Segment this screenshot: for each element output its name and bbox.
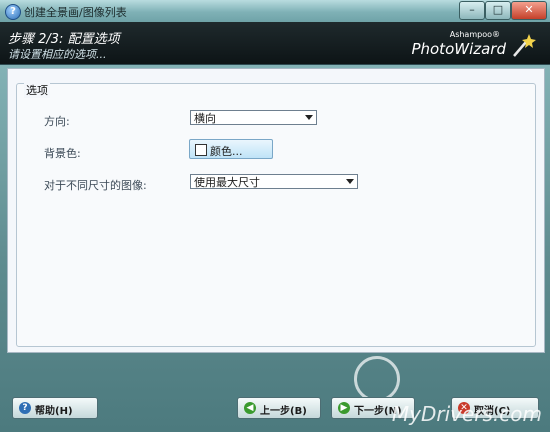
image-size-value: 使用最大尺寸 [194,176,260,189]
footer-bar: ? 帮助(H) ◀ 上一步(B) ▶ 下一步(N) ✕ 取消(C) MyDriv… [0,356,550,432]
help-button[interactable]: ? 帮助(H) [12,397,98,419]
image-size-label: 对于不同尺寸的图像: [44,179,147,192]
wizard-header: 步骤 2/3: 配置选项 请设置相应的选项... Ashampoo® Photo… [0,22,550,65]
chevron-down-icon [305,115,313,120]
arrow-right-icon: ▶ [338,402,350,414]
back-button-label: 上一步(B) [260,406,307,417]
image-size-select[interactable]: 使用最大尺寸 [190,174,358,189]
step-title: 步骤 2/3: 配置选项 [8,32,120,47]
background-color-label: 背景色: [44,147,81,160]
app-icon: ? [5,4,21,20]
brand-logo: PhotoWizard [411,40,506,58]
close-button[interactable]: ✕ [511,1,547,20]
title-bar[interactable]: ? 创建全景画/图像列表 – □ ✕ [0,0,550,22]
orientation-label: 方向: [44,115,70,128]
brand-small: Ashampoo® [449,30,500,39]
watermark-logo [354,356,400,402]
color-swatch [195,144,207,156]
arrow-left-icon: ◀ [244,402,256,414]
window-title: 创建全景画/图像列表 [24,6,127,19]
orientation-select[interactable]: 横向 [190,110,317,125]
back-button[interactable]: ◀ 上一步(B) [237,397,321,419]
color-button[interactable]: 颜色... [189,139,273,159]
step-subtitle: 请设置相应的选项... [8,48,107,61]
watermark-text: MyDrivers.com [391,402,542,426]
content-panel: 选项 方向: 横向 背景色: 颜色... 对于不同尺寸的图像: 使用最大尺寸 [7,68,545,353]
group-label: 选项 [24,82,50,98]
chevron-down-icon [346,179,354,184]
color-button-label: 颜色... [210,145,243,158]
minimize-button[interactable]: – [459,1,485,20]
orientation-value: 横向 [194,112,216,125]
magic-wand-icon [513,34,536,57]
maximize-button[interactable]: □ [485,1,511,20]
wizard-window: ? 创建全景画/图像列表 – □ ✕ 步骤 2/3: 配置选项 请设置相应的选项… [0,0,550,432]
help-icon: ? [19,402,31,414]
help-button-label: 帮助(H) [35,406,73,417]
